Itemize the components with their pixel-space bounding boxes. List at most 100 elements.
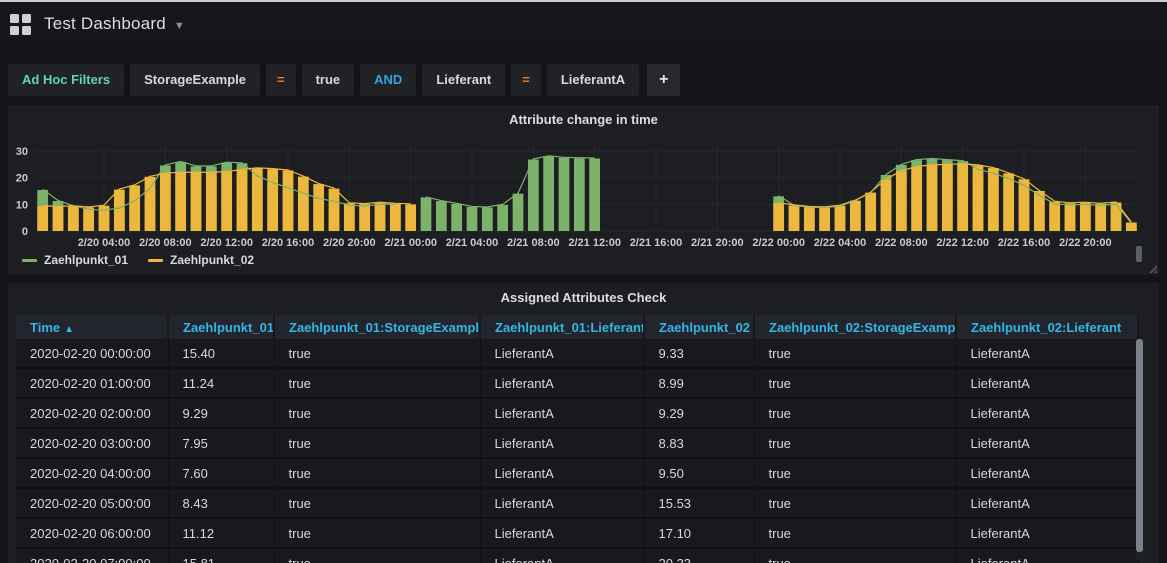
table-row: 2020-02-20 00:00:0015.40trueLieferantA9.… [16,339,1138,368]
x-axis-label: 2/20 20:00 [323,237,376,249]
table-cell: true [274,518,480,548]
add-filter-button[interactable]: + [647,64,680,96]
x-axis-label: 2/22 08:00 [875,237,928,249]
bar-zaehlpunkt_01 [528,160,539,231]
bar-zaehlpunkt_01 [574,158,585,231]
column-header-zaehlpunkt-01-storageexample[interactable]: Zaehlpunkt_01:StorageExample [274,315,480,339]
table-scrollbar[interactable] [1136,339,1143,561]
table-cell: 2020-02-20 00:00:00 [16,339,168,368]
bar-zaehlpunkt_02 [988,168,999,231]
table-cell: true [274,548,480,563]
table-cell: 17.10 [644,518,754,548]
filter-chip-storageexample[interactable]: StorageExample [130,64,260,96]
attributes-table: Time▲Zaehlpunkt_01Zaehlpunkt_01:StorageE… [16,315,1139,563]
table-cell: true [274,488,480,518]
table-cell: LieferantA [956,339,1138,368]
column-header-zaehlpunkt-01[interactable]: Zaehlpunkt_01 [168,315,274,339]
bar-zaehlpunkt_02 [53,207,64,231]
table-cell: LieferantA [956,458,1138,488]
bar-zaehlpunkt_02 [1080,203,1091,231]
chevron-down-icon[interactable]: ▼ [174,20,185,32]
filter-chip-and[interactable]: AND [360,64,416,96]
column-header-zaehlpunkt-02-lieferant[interactable]: Zaehlpunkt_02:Lieferant [956,315,1138,339]
legend-swatch [148,259,163,262]
panel-resize-handle[interactable] [1148,264,1157,273]
bar-zaehlpunkt_02 [804,207,815,231]
bar-zaehlpunkt_02 [1065,203,1076,231]
grid-icon-square [22,14,31,23]
bar-zaehlpunkt_02 [206,173,217,231]
bar-zaehlpunkt_02 [267,169,278,231]
x-axis-label: 2/22 12:00 [936,237,989,249]
bar-zaehlpunkt_02 [1095,204,1106,231]
table-cell: 2020-02-20 03:00:00 [16,428,168,458]
bar-zaehlpunkt_02 [237,170,248,231]
table-cell: LieferantA [956,368,1138,398]
table-cell: LieferantA [956,398,1138,428]
bar-zaehlpunkt_01 [436,201,447,231]
bar-zaehlpunkt_02 [221,172,232,231]
table-cell: true [754,339,956,368]
bar-zaehlpunkt_02 [129,185,140,231]
x-axis-label: 2/21 00:00 [384,237,437,249]
column-header-time[interactable]: Time▲ [16,315,168,339]
x-axis-label: 2/20 12:00 [200,237,253,249]
bar-zaehlpunkt_01 [589,158,600,231]
bar-zaehlpunkt_01 [467,207,478,231]
bar-zaehlpunkt_02 [927,165,938,231]
table-cell: 2020-02-20 02:00:00 [16,398,168,428]
bar-zaehlpunkt_02 [973,165,984,231]
column-header-zaehlpunkt-01-lieferant[interactable]: Zaehlpunkt_01:Lieferant [480,315,644,339]
table-cell: 9.33 [644,339,754,368]
table-panel: Assigned Attributes Check Time▲Zaehlpunk… [8,283,1159,563]
bar-zaehlpunkt_01 [451,204,462,231]
legend-item-zaehlpunkt_01[interactable]: Zaehlpunkt_01 [22,253,128,267]
table-row: 2020-02-20 04:00:007.60trueLieferantA9.5… [16,458,1138,488]
table-cell: 2020-02-20 05:00:00 [16,488,168,518]
filter-chip-lieferanta[interactable]: LieferantA [547,64,639,96]
table-cell: true [754,488,956,518]
table-cell: 8.99 [644,368,754,398]
table-cell: 2020-02-20 07:00:00 [16,548,168,563]
table-row: 2020-02-20 02:00:009.29trueLieferantA9.2… [16,398,1138,428]
bar-zaehlpunkt_02 [835,206,846,231]
chart-panel-title[interactable]: Attribute change in time [8,105,1159,127]
x-axis-label: 2/22 16:00 [998,237,1051,249]
table-cell: 11.12 [168,518,274,548]
filter-chip-true[interactable]: true [302,64,355,96]
bar-zaehlpunkt_02 [145,177,156,231]
column-header-zaehlpunkt-02-storageexample[interactable]: Zaehlpunkt_02:StorageExample [754,315,956,339]
bar-zaehlpunkt_02 [344,203,355,231]
x-axis-label: 2/20 08:00 [139,237,192,249]
table-cell: LieferantA [480,339,644,368]
table-scrollbar-thumb[interactable] [1136,339,1143,552]
column-header-zaehlpunkt-02[interactable]: Zaehlpunkt_02 [644,315,754,339]
table-cell: 9.29 [168,398,274,428]
x-axis-label: 2/22 00:00 [752,237,805,249]
bar-zaehlpunkt_02 [1049,202,1060,231]
table-panel-title[interactable]: Assigned Attributes Check [8,283,1159,305]
table-cell: LieferantA [956,428,1138,458]
x-axis-label: 2/21 04:00 [446,237,499,249]
dashboard-title[interactable]: Test Dashboard [44,14,166,34]
filter-chip-=[interactable]: = [266,64,296,96]
bar-zaehlpunkt_02 [114,190,125,231]
filter-chip-lieferant[interactable]: Lieferant [422,64,505,96]
dashboard-grid-icon[interactable] [10,14,31,35]
bar-zaehlpunkt_02 [298,177,309,231]
bar-zaehlpunkt_02 [37,206,48,231]
table-cell: true [274,428,480,458]
table-cell: LieferantA [956,518,1138,548]
table-cell: 20.33 [644,548,754,563]
legend-item-zaehlpunkt_02[interactable]: Zaehlpunkt_02 [148,253,254,267]
y-axis-label: 10 [16,199,28,211]
chart-legend: Zaehlpunkt_01 Zaehlpunkt_02 [22,253,254,267]
table-row: 2020-02-20 01:00:0011.24trueLieferantA8.… [16,368,1138,398]
chart-scrollbar-thumb[interactable] [1136,246,1142,262]
filter-chip-=[interactable]: = [511,64,541,96]
bar-zaehlpunkt_02 [865,193,876,231]
bar-zaehlpunkt_02 [911,167,922,231]
bar-zaehlpunkt_02 [405,204,416,231]
bar-zaehlpunkt_02 [191,173,202,231]
x-axis-label: 2/21 12:00 [568,237,621,249]
